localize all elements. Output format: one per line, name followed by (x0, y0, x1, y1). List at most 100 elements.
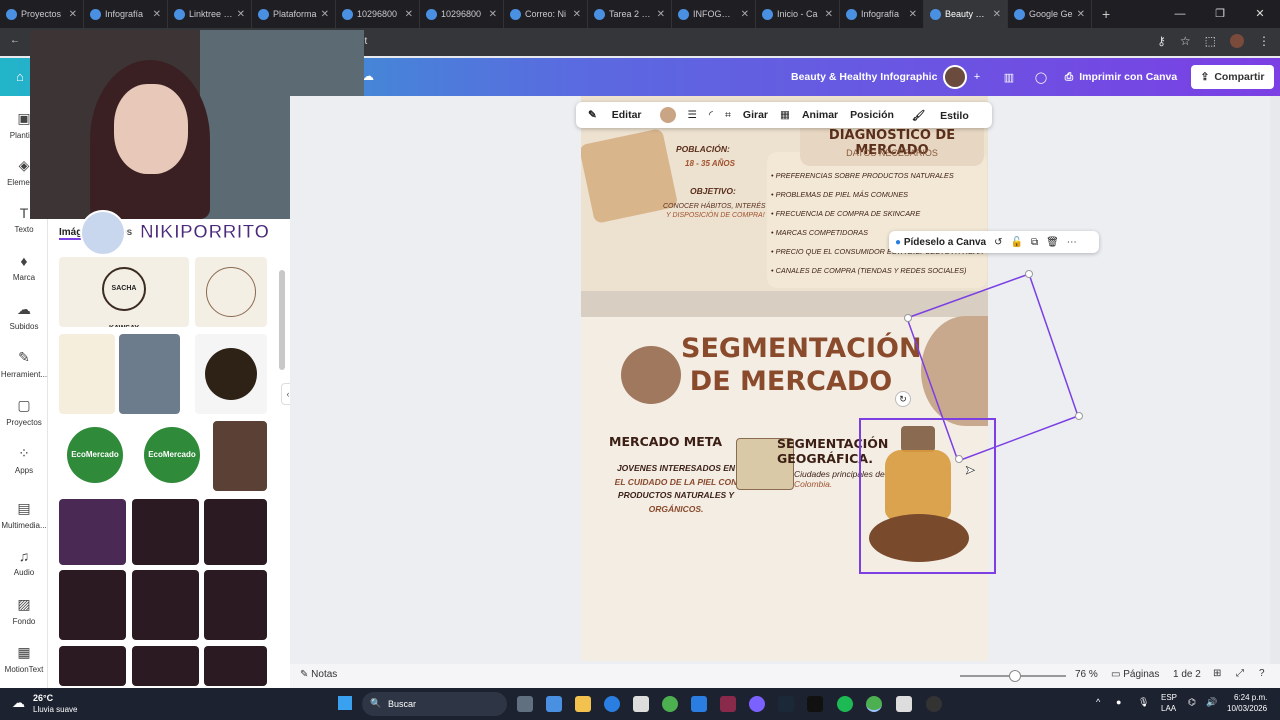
grid-view-icon[interactable]: ⊞ (1213, 668, 1221, 679)
nav-item[interactable]: ☁ Subidos (0, 301, 48, 331)
rotate-handle-3[interactable] (1075, 412, 1083, 420)
key-icon[interactable]: ⚷ (1157, 34, 1166, 48)
share-button[interactable]: ⇪ Compartir (1191, 65, 1274, 89)
nav-item[interactable]: ♦ Marca (0, 253, 48, 282)
position-button[interactable]: Posición (844, 109, 900, 121)
start-icon[interactable] (338, 696, 352, 710)
weather-temp[interactable]: 26°C (33, 693, 53, 703)
browser-tab[interactable]: Linktree | L ✕ (168, 0, 252, 28)
nav-item[interactable]: ▢ Proyectos (0, 397, 48, 427)
close-tab-icon[interactable]: ✕ (405, 9, 413, 20)
home-icon[interactable]: ⌂ (16, 69, 24, 84)
browser-tab[interactable]: 10296800 ✕ (336, 0, 420, 28)
browser-tab[interactable]: INFOGRAF ✕ (672, 0, 756, 28)
chrome-icon[interactable] (662, 696, 678, 712)
population-label[interactable]: POBLACIÓN: (676, 144, 730, 154)
tab-images[interactable]: Imág (59, 227, 83, 240)
weather-desc[interactable]: Lluvia suave (33, 705, 77, 714)
sticker-thumb-7[interactable] (59, 646, 126, 686)
bullet-item[interactable]: • PROBLEMAS DE PIEL MÁS COMUNES (771, 190, 985, 209)
segmentation-title[interactable]: SEGMENTACIÓN DE MERCADO (681, 332, 922, 398)
fullscreen-icon[interactable]: ⤢ (1236, 668, 1244, 679)
duplicate-icon[interactable]: ⧉ (1031, 237, 1038, 248)
volume-icon[interactable]: 🔊 (1206, 697, 1217, 708)
tray-app-icon[interactable]: ● (1116, 697, 1121, 707)
corner-rounding-icon[interactable]: ◜ (703, 109, 719, 121)
microphone-icon[interactable]: 🎙 (1138, 697, 1149, 708)
browser-tab[interactable]: Infografía ✕ (840, 0, 924, 28)
zoom-slider-handle[interactable] (1009, 670, 1021, 682)
menu-icon[interactable]: ⋮ (1258, 34, 1270, 48)
sticker-thumb-2[interactable] (132, 499, 199, 565)
pages-button[interactable]: ▭ Páginas (1111, 669, 1159, 680)
close-tab-icon[interactable]: ✕ (489, 9, 497, 20)
chrome-active-icon[interactable] (866, 696, 882, 712)
add-collaborator-icon[interactable]: + (969, 65, 985, 89)
bullet-item[interactable]: • PREFERENCIAS SOBRE PRODUCTOS NATURALES (771, 171, 985, 190)
explorer-icon[interactable] (575, 696, 591, 712)
close-tab-icon[interactable]: ✕ (657, 9, 665, 20)
app-icon-2[interactable] (720, 696, 736, 712)
objective-line-1[interactable]: CONOCER HÁBITOS, INTERÉS (663, 203, 766, 210)
taskbar-search[interactable]: 🔍 Buscar (362, 692, 507, 716)
sacha-kawsay-outline-thumb[interactable] (195, 257, 267, 327)
objective-label[interactable]: OBJETIVO: (690, 186, 736, 196)
rotate-icon[interactable]: ↻ (895, 391, 911, 407)
sticker-thumb-4[interactable] (59, 570, 126, 640)
minimize-button[interactable]: — (1160, 0, 1200, 28)
animate-button[interactable]: Animar (796, 109, 844, 121)
target-market-title[interactable]: MERCADO META (609, 434, 722, 449)
back-icon[interactable]: ← (10, 35, 20, 46)
edge-icon[interactable] (604, 696, 620, 712)
rotate-handle-4[interactable] (955, 455, 963, 463)
language-code[interactable]: ESP (1161, 693, 1177, 702)
close-tab-icon[interactable]: ✕ (1077, 9, 1085, 20)
transparency-icon[interactable]: ▦ (774, 109, 796, 121)
outlook-icon[interactable] (691, 696, 707, 712)
app-icon-1[interactable] (546, 696, 562, 712)
comment-icon[interactable]: ◯ (1032, 65, 1050, 89)
panel-scrollbar[interactable] (279, 270, 285, 370)
network-icon[interactable]: ⌬ (1188, 697, 1196, 708)
sticker-thumb-5[interactable] (132, 570, 199, 640)
tray-chevron-icon[interactable]: ^ (1096, 697, 1100, 707)
browser-tab[interactable]: Beauty & H ✕ (924, 0, 1008, 28)
close-tab-icon[interactable]: ✕ (993, 9, 1001, 20)
seed-image[interactable] (621, 346, 681, 404)
browser-tab[interactable]: 10296800 ✕ (420, 0, 504, 28)
border-style-icon[interactable]: ☰ (682, 109, 703, 121)
clock-time[interactable]: 6:24 p.m. (1234, 693, 1267, 702)
print-with-canva-button[interactable]: ⎙ Imprimir con Canva (1059, 65, 1183, 89)
obs-icon[interactable] (926, 696, 942, 712)
style-button[interactable]: 🖌 Estilo (900, 109, 981, 122)
nav-item[interactable]: ▤ Multimedia... (0, 500, 48, 530)
profile-avatar[interactable] (1230, 34, 1244, 48)
help-icon[interactable]: ? (1259, 668, 1265, 679)
sticker-thumb-6[interactable] (204, 570, 267, 640)
ask-canva-button[interactable]: ● Pídeselo a Canva (895, 237, 986, 248)
store-icon[interactable] (633, 696, 649, 712)
edit-button[interactable]: ✎ Editar (576, 109, 654, 121)
close-tab-icon[interactable]: ✕ (573, 9, 581, 20)
browser-tab[interactable]: Infografía ✕ (84, 0, 168, 28)
sacha-kawsay-logo-thumb[interactable]: SACHA KAWSAY (59, 257, 189, 327)
nav-item[interactable]: ♫ Audio (0, 548, 48, 577)
color-swatch[interactable] (654, 107, 682, 123)
star-icon[interactable]: ☆ (1180, 34, 1191, 48)
sacha-kawsay-dark-thumb[interactable] (195, 334, 267, 414)
population-value[interactable]: 18 - 35 AÑOS (685, 159, 735, 168)
ecomercado-thumb-1[interactable]: EcoMercado (59, 421, 131, 491)
portrait-thumb[interactable] (213, 421, 267, 491)
tiktok-icon[interactable] (807, 696, 823, 712)
analytics-icon[interactable]: ▥ (1000, 65, 1018, 89)
bullet-item[interactable]: • FRECUENCIA DE COMPRA DE SKINCARE (771, 209, 985, 228)
steam-icon[interactable] (778, 696, 794, 712)
photo-thumb[interactable] (119, 334, 180, 414)
rotated-selection-frame[interactable] (900, 268, 1090, 468)
clock-date[interactable]: 10/03/2026 (1227, 704, 1267, 713)
browser-tab[interactable]: Google Ge ✕ (1008, 0, 1092, 28)
user-avatar[interactable] (943, 65, 967, 89)
more-options-icon[interactable]: ⋯ (1067, 237, 1077, 248)
sticker-thumb-3[interactable] (204, 499, 267, 565)
crop-icon[interactable]: ⌗ (719, 109, 737, 122)
